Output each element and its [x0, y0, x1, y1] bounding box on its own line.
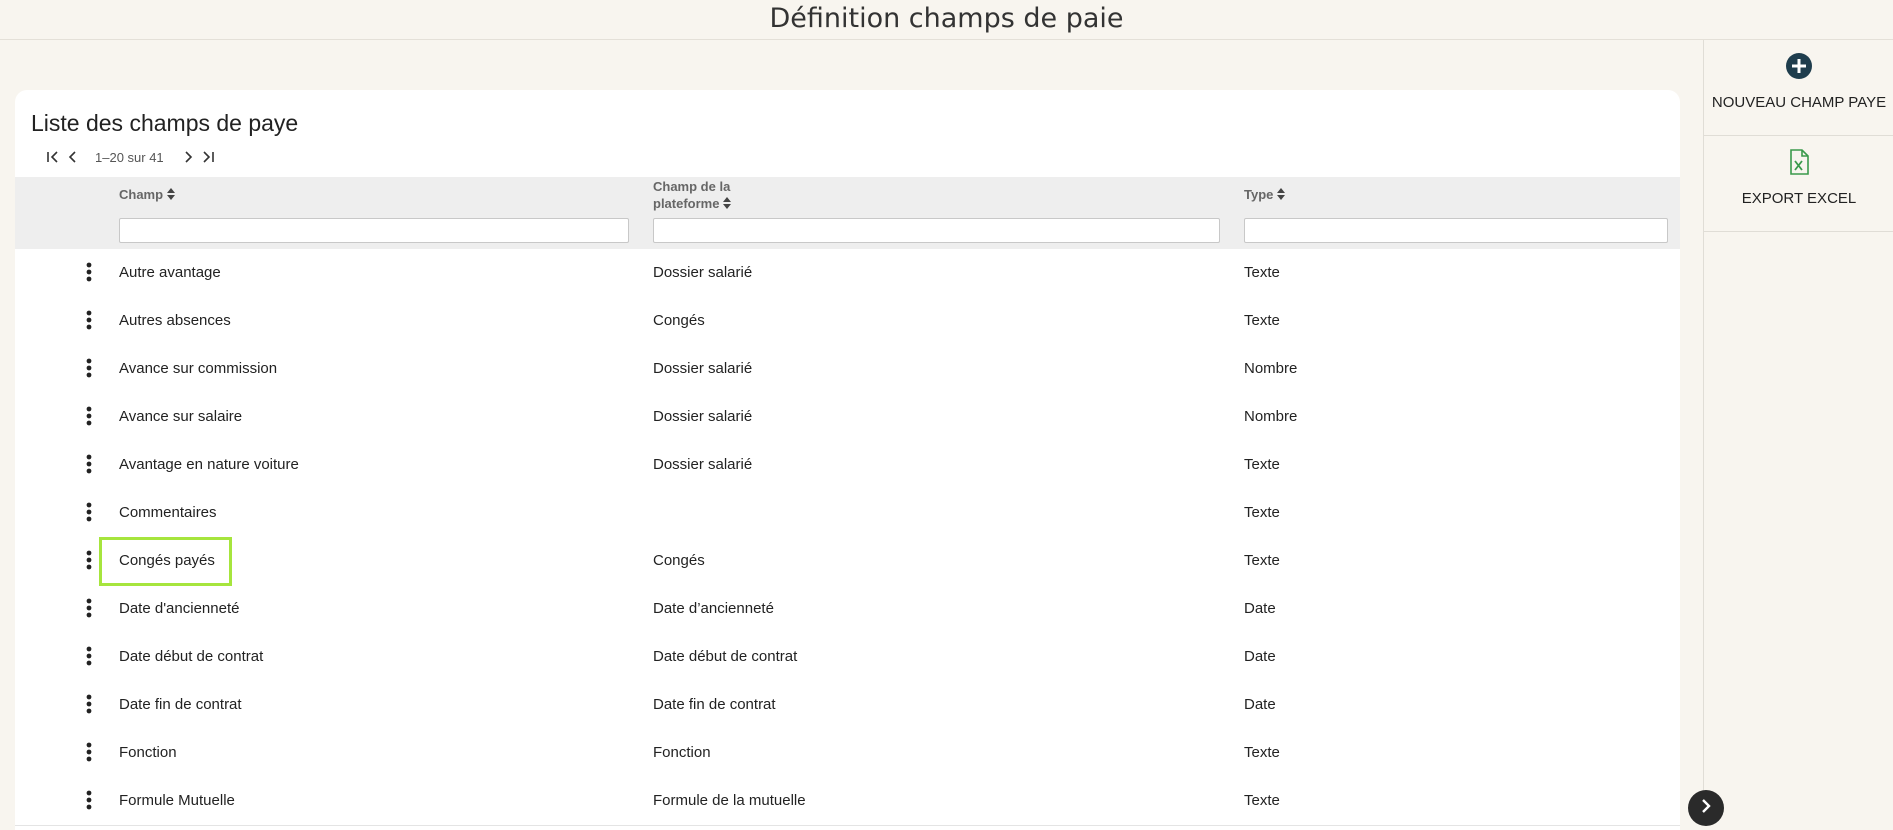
cell-type: Date: [1244, 696, 1276, 713]
table-row[interactable]: Fonction Fonction Texte: [15, 729, 1680, 778]
cell-type: Texte: [1244, 456, 1280, 473]
cell-champ: Autre avantage: [119, 264, 221, 281]
cell-type: Texte: [1244, 552, 1280, 569]
cell-champ: Formule Mutuelle: [119, 792, 235, 809]
table-row[interactable]: Date fin de contrat Date fin de contrat Da…: [15, 681, 1680, 730]
cell-champ: Avantage en nature voiture: [119, 456, 299, 473]
table-row[interactable]: Commentaires Texte: [15, 489, 1680, 538]
kebab-menu-icon[interactable]: [83, 789, 95, 811]
top-bar: Définition champs de paie: [0, 0, 1893, 40]
cell-type: Nombre: [1244, 408, 1298, 425]
cell-plateforme: Formule de la mutuelle: [653, 792, 806, 809]
cell-plateforme: Date fin de contrat: [653, 696, 776, 713]
kebab-menu-icon[interactable]: [83, 261, 95, 283]
prev-page-icon[interactable]: [63, 149, 83, 165]
sort-icon[interactable]: [1277, 187, 1286, 204]
cell-plateforme: Congés: [653, 552, 705, 569]
kebab-menu-icon[interactable]: [83, 645, 95, 667]
cell-type: Texte: [1244, 744, 1280, 761]
column-header-plateforme[interactable]: Champ de la plateforme: [653, 178, 732, 213]
filter-plateforme-input[interactable]: [653, 218, 1220, 243]
cell-champ: Autres absences: [119, 312, 231, 329]
next-page-icon[interactable]: [178, 149, 198, 165]
kebab-menu-icon[interactable]: [83, 453, 95, 475]
action-panel: NOUVEAU CHAMP PAYE EXPORT EXCEL: [1703, 40, 1893, 822]
excel-file-icon: [1785, 148, 1813, 176]
cell-champ: Date début de contrat: [119, 648, 264, 665]
cell-plateforme: Date début de contrat: [653, 648, 798, 665]
sort-icon[interactable]: [723, 196, 732, 213]
first-page-icon[interactable]: [43, 149, 63, 165]
cell-plateforme: Congés: [653, 312, 705, 329]
add-circle-icon: [1785, 52, 1813, 80]
kebab-menu-icon[interactable]: [83, 597, 95, 619]
table-row[interactable]: Avantage en nature voiture Dossier salari…: [15, 441, 1680, 490]
pagination-range: 1–20 sur 41: [95, 149, 164, 165]
kebab-menu-icon[interactable]: [83, 309, 95, 331]
cell-plateforme: Dossier salarié: [653, 408, 753, 425]
filter-type-input[interactable]: [1244, 218, 1668, 243]
filter-champ-input[interactable]: [119, 218, 629, 243]
column-header-type[interactable]: Type: [1244, 186, 1286, 204]
table-row[interactable]: Avance sur commission Dossier salarié Nomb…: [15, 345, 1680, 394]
sort-icon[interactable]: [167, 187, 176, 204]
cell-type: Texte: [1244, 792, 1280, 809]
cell-champ: Commentaires: [119, 504, 217, 521]
cell-type: Nombre: [1244, 360, 1298, 377]
cell-plateforme: Date d’ancienneté: [653, 600, 774, 617]
cell-plateforme: Dossier salarié: [653, 360, 753, 377]
export-excel-button[interactable]: EXPORT EXCEL: [1704, 136, 1893, 232]
last-page-icon[interactable]: [198, 149, 218, 165]
expand-panel-button[interactable]: [1688, 790, 1724, 826]
cell-type: Texte: [1244, 312, 1280, 329]
table-row[interactable]: Avance sur salaire Dossier salarié Nombre: [15, 393, 1680, 442]
cell-champ: Congés payés: [119, 552, 215, 569]
cell-type: Date: [1244, 600, 1276, 617]
cell-champ: Date d'ancienneté: [119, 600, 240, 617]
new-payroll-field-button[interactable]: NOUVEAU CHAMP PAYE: [1704, 40, 1893, 136]
cell-champ: Avance sur commission: [119, 360, 278, 377]
cell-plateforme: Dossier salarié: [653, 264, 753, 281]
column-header-champ[interactable]: Champ: [119, 186, 176, 204]
table-row[interactable]: Date d'ancienneté Date d’ancienneté Date: [15, 585, 1680, 634]
chevron-right-icon: [1700, 798, 1712, 818]
kebab-menu-icon[interactable]: [83, 693, 95, 715]
table-row[interactable]: Congés payés Congés Texte: [15, 537, 1680, 586]
payroll-fields-card: Liste des champs de paye 1–20 sur 41 Cha…: [15, 90, 1680, 830]
table-row[interactable]: Autre avantage Dossier salarié Texte: [15, 249, 1680, 298]
table-row[interactable]: Formule Mutuelle Formule de la mutuelle Te…: [15, 777, 1680, 826]
new-payroll-field-label: NOUVEAU CHAMP PAYE: [1711, 94, 1887, 111]
cell-champ: Date fin de contrat: [119, 696, 242, 713]
cell-champ: Fonction: [119, 744, 177, 761]
pagination: 1–20 sur 41: [43, 149, 218, 165]
cell-type: Texte: [1244, 264, 1280, 281]
cell-plateforme: Dossier salarié: [653, 456, 753, 473]
cell-type: Date: [1244, 648, 1276, 665]
kebab-menu-icon[interactable]: [83, 357, 95, 379]
kebab-menu-icon[interactable]: [83, 549, 95, 571]
kebab-menu-icon[interactable]: [83, 405, 95, 427]
export-excel-label: EXPORT EXCEL: [1741, 190, 1857, 207]
kebab-menu-icon[interactable]: [83, 741, 95, 763]
card-title: Liste des champs de paye: [31, 110, 299, 136]
table-row[interactable]: Date début de contrat Date début de contr…: [15, 633, 1680, 682]
kebab-menu-icon[interactable]: [83, 501, 95, 523]
table-row[interactable]: Autres absences Congés Texte: [15, 297, 1680, 346]
cell-plateforme: Fonction: [653, 744, 711, 761]
cell-champ: Avance sur salaire: [119, 408, 243, 425]
cell-type: Texte: [1244, 504, 1280, 521]
page-title: Définition champs de paie: [769, 3, 1124, 34]
